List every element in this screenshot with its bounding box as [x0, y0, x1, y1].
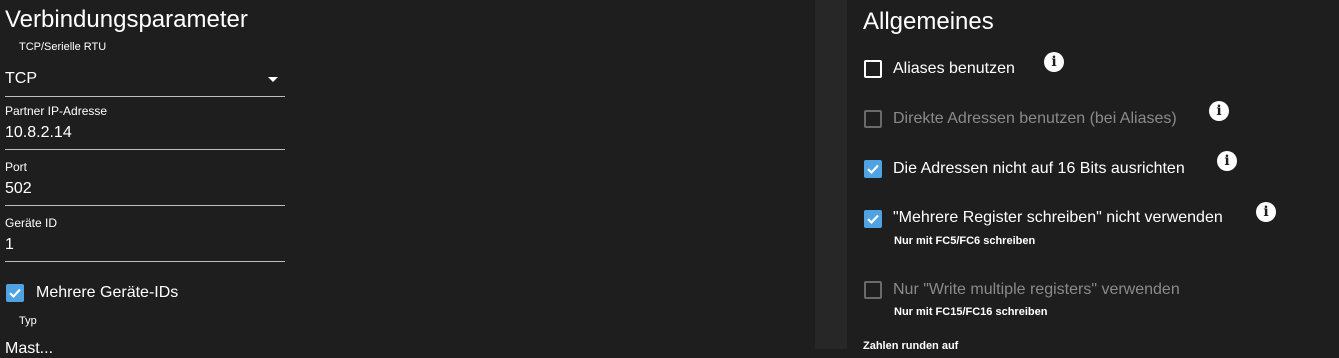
port-label: Port: [5, 160, 28, 174]
checkmark-icon: [867, 214, 879, 225]
type-select-value[interactable]: Mast...: [5, 340, 53, 358]
only-write-multiple-hint: Nur mit FC15/FC16 schreiben: [894, 306, 1048, 318]
general-title: Allgemeines: [863, 8, 994, 35]
aliases-label: Aliases benutzen: [893, 60, 1015, 77]
device-id-label: Geräte ID: [5, 216, 58, 230]
info-icon[interactable]: i: [1256, 202, 1276, 222]
only-write-multiple-checkbox: [864, 281, 882, 299]
checkmark-icon: [867, 164, 879, 175]
only-write-multiple-label: Nur "Write multiple registers" verwenden: [893, 281, 1180, 298]
no-align-16bit-label: Die Adressen nicht auf 16 Bits ausrichte…: [893, 160, 1185, 177]
device-id-value: 1: [5, 236, 14, 253]
direct-addresses-label: Direkte Adressen benutzen (bei Aliases): [893, 110, 1177, 127]
round-numbers-label: Zahlen runden auf: [863, 340, 959, 352]
port-field[interactable]: Port 502: [5, 160, 285, 208]
no-multiple-registers-hint: Nur mit FC5/FC6 schreiben: [894, 235, 1036, 247]
port-underline: [5, 205, 285, 206]
connection-panel: Verbindungsparameter TCP/Serielle RTU TC…: [0, 0, 815, 357]
info-icon[interactable]: i: [1217, 151, 1237, 171]
general-panel: Allgemeines Aliases benutzen i Direkte A…: [847, 0, 1339, 352]
mode-select[interactable]: TCP: [5, 66, 285, 97]
multiple-ids-checkbox[interactable]: [6, 284, 24, 302]
direct-addresses-checkbox: [864, 110, 882, 128]
info-icon[interactable]: i: [1209, 101, 1229, 121]
partner-ip-label: Partner IP-Adresse: [5, 104, 108, 118]
partner-ip-underline: [5, 149, 285, 150]
device-id-underline: [5, 261, 285, 262]
no-align-16bit-checkbox[interactable]: [864, 160, 882, 178]
checkmark-icon: [9, 288, 21, 299]
no-multiple-registers-checkbox[interactable]: [864, 210, 882, 228]
aliases-checkbox[interactable]: [864, 60, 882, 78]
chevron-down-icon: [268, 77, 278, 82]
mode-select-value: TCP: [5, 70, 37, 87]
info-icon[interactable]: i: [1044, 52, 1064, 72]
connection-title: Verbindungsparameter: [5, 6, 248, 33]
multiple-ids-label: Mehrere Geräte-IDs: [36, 284, 179, 301]
panel-divider: [815, 0, 847, 349]
partner-ip-field[interactable]: Partner IP-Adresse 10.8.2.14: [5, 104, 285, 152]
port-value: 502: [5, 180, 32, 197]
no-multiple-registers-label: "Mehrere Register schreiben" nicht verwe…: [893, 209, 1223, 226]
mode-label: TCP/Serielle RTU: [19, 41, 107, 53]
partner-ip-value: 10.8.2.14: [5, 124, 72, 141]
type-label: Typ: [19, 315, 37, 327]
device-id-field[interactable]: Geräte ID 1: [5, 216, 285, 264]
